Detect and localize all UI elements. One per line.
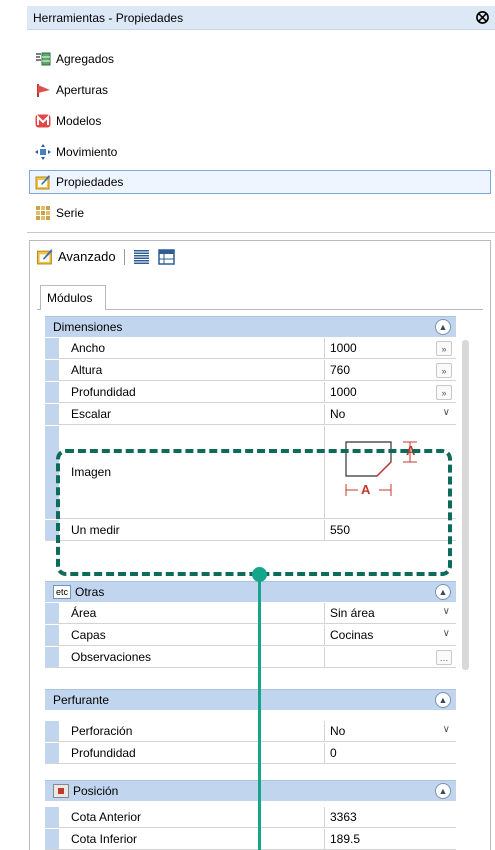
property-value[interactable]: Cocinas (330, 628, 373, 642)
toolbox-item-label: Movimiento (56, 145, 118, 159)
property-row-profundidad[interactable]: Profundidad 1000 » (45, 382, 456, 403)
toolbox-item-label: Agregados (56, 52, 115, 66)
tab-modulos[interactable]: Módulos (40, 285, 106, 310)
category-otras[interactable]: etc Otras ▲ (45, 581, 456, 602)
highlight-annotation (56, 449, 452, 576)
toolbox-item-label: Propiedades (56, 175, 124, 189)
advanced-button[interactable]: Avanzado (58, 249, 116, 264)
pin-icon[interactable]: ⨂ (476, 9, 489, 25)
property-name: Ancho (71, 341, 106, 355)
property-row-area[interactable]: Área Sin área ∨ (45, 603, 456, 624)
property-value[interactable]: No (330, 407, 345, 421)
table-view-icon[interactable] (157, 248, 175, 265)
property-row-ancho[interactable]: Ancho 1000 » (45, 338, 456, 359)
toolbox-item-label: Modelos (56, 114, 102, 128)
property-value[interactable]: Sin área (330, 606, 375, 620)
collapse-icon[interactable]: ▲ (435, 783, 451, 799)
vertical-scrollbar[interactable] (462, 340, 469, 670)
toolbox-item-propiedades[interactable]: Propiedades (29, 170, 491, 194)
property-name: Observaciones (71, 650, 152, 664)
category-label: Dimensiones (53, 320, 123, 334)
chevron-down-icon[interactable]: ∨ (443, 724, 450, 735)
property-value[interactable]: 189.5 (330, 832, 360, 846)
category-posicion[interactable]: Posición ▲ (45, 780, 456, 801)
property-row-observaciones[interactable]: Observaciones … (45, 647, 456, 668)
property-name: Profundidad (71, 746, 136, 760)
toolbox-item-agregados[interactable]: Agregados (29, 47, 491, 71)
chevron-down-icon[interactable]: ∨ (443, 606, 450, 617)
category-label: Perfurante (53, 693, 110, 707)
toolbox-item-movimiento[interactable]: Movimiento (29, 140, 491, 164)
property-value[interactable]: 1000 (330, 385, 357, 399)
ellipsis-button[interactable]: » (436, 385, 452, 400)
property-name: Cota Inferior (71, 832, 138, 846)
property-value[interactable]: 760 (330, 363, 350, 377)
property-row-cota-anterior[interactable]: Cota Anterior 3363 (45, 807, 456, 828)
chevron-down-icon[interactable]: ∨ (443, 628, 450, 639)
property-value[interactable]: No (330, 724, 345, 738)
chevron-down-icon[interactable]: ∨ (443, 407, 450, 418)
category-label: Posición (73, 784, 119, 798)
panel-title: Herramientas - Propiedades (33, 11, 184, 25)
property-name: Cota Anterior (71, 810, 142, 824)
property-row-perforacion[interactable]: Perforación No ∨ (45, 721, 456, 742)
properties-icon (36, 248, 54, 265)
toolbox-item-label: Serie (56, 206, 85, 220)
ellipsis-button[interactable]: » (436, 341, 452, 356)
openings-flag-icon (35, 82, 51, 98)
properties-icon (35, 174, 51, 190)
divider (27, 232, 495, 233)
annotation-connector-dot (252, 567, 267, 582)
property-row-profundidad-perforacion[interactable]: Profundidad 0 (45, 743, 456, 764)
toolbox-item-aperturas[interactable]: Aperturas (29, 78, 491, 102)
collapse-icon[interactable]: ▲ (435, 692, 451, 708)
property-name: Profundidad (71, 385, 136, 399)
property-name: Perforación (71, 724, 133, 738)
ellipsis-button[interactable]: … (436, 650, 452, 665)
property-row-altura[interactable]: Altura 760 » (45, 360, 456, 381)
category-dimensiones[interactable]: Dimensiones ▲ (45, 316, 456, 337)
toolbox-item-label: Aperturas (56, 83, 109, 97)
property-row-escalar[interactable]: Escalar No ∨ (45, 404, 456, 425)
move-icon (35, 144, 51, 160)
ellipsis-button[interactable]: » (436, 363, 452, 378)
toolbox-item-serie[interactable]: Serie (29, 201, 491, 225)
toolbar-separator (123, 248, 125, 265)
aggregates-icon (35, 51, 51, 67)
category-perfurante[interactable]: Perfurante ▲ (45, 689, 456, 710)
collapse-icon[interactable]: ▲ (435, 319, 451, 335)
property-row-capas[interactable]: Capas Cocinas ∨ (45, 625, 456, 646)
category-label: Otras (75, 585, 105, 599)
collapse-icon[interactable]: ▲ (435, 584, 451, 600)
property-name: Altura (71, 363, 103, 377)
property-value[interactable]: 1000 (330, 341, 357, 355)
categorized-view-icon[interactable] (133, 249, 150, 265)
position-icon (53, 784, 69, 798)
property-value[interactable]: 0 (330, 746, 337, 760)
panel-title-bar: Herramientas - Propiedades ⨂ (27, 6, 495, 30)
property-value[interactable]: 3363 (330, 810, 357, 824)
panel-header: Avanzado (36, 248, 175, 265)
etc-icon: etc (53, 585, 71, 599)
property-name: Área (71, 606, 97, 620)
annotation-connector-line (258, 575, 261, 850)
series-icon (35, 205, 51, 221)
property-name: Escalar (71, 407, 112, 421)
toolbox-item-modelos[interactable]: Modelos (29, 109, 491, 133)
property-row-cota-inferior[interactable]: Cota Inferior 189.5 (45, 829, 456, 850)
models-icon (35, 113, 51, 129)
property-name: Capas (71, 628, 106, 642)
